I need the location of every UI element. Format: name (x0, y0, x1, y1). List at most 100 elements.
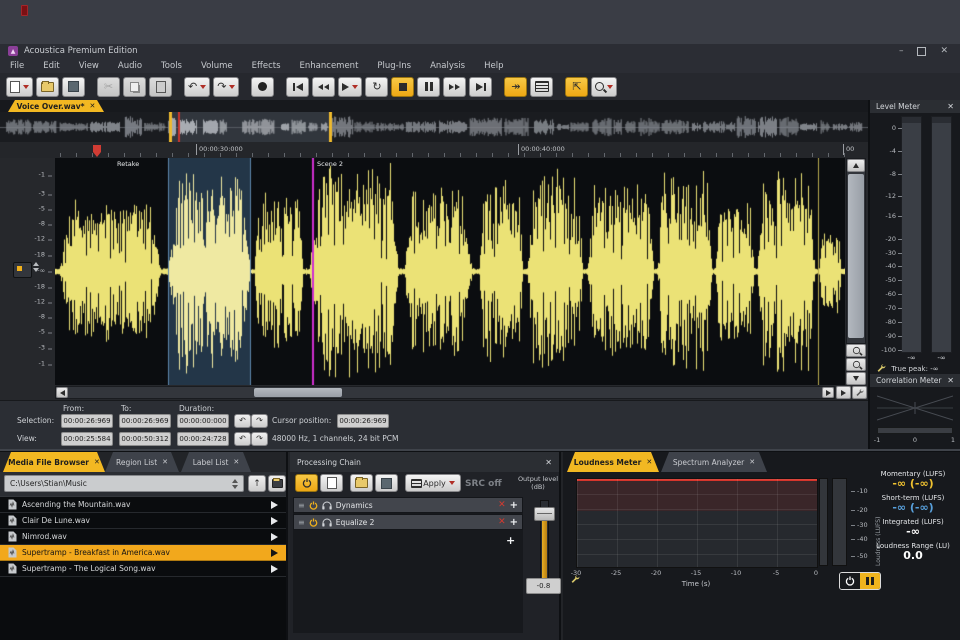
selection-redo-button[interactable]: ↷ (251, 414, 268, 428)
maximize-button[interactable] (917, 46, 927, 56)
close-icon[interactable]: ✕ (646, 458, 652, 466)
close-icon[interactable]: ✕ (749, 458, 755, 466)
menu-item[interactable]: Effects (252, 61, 281, 71)
time-display-button[interactable] (530, 76, 554, 97)
add-effect-icon[interactable]: + (510, 517, 518, 528)
view-undo-button[interactable]: ↶ (234, 432, 251, 446)
reset-button[interactable] (840, 573, 860, 589)
wrench-icon[interactable] (570, 574, 580, 584)
close-icon[interactable]: ✕ (90, 102, 96, 110)
minimize-button[interactable]: – (899, 46, 904, 56)
chain-open-button[interactable] (350, 474, 373, 492)
selection-undo-button[interactable]: ↶ (234, 414, 251, 428)
selection-to-field[interactable]: 00:00:26:969 (119, 414, 171, 428)
analysis-tab[interactable]: Loudness Meter ✕ (567, 452, 659, 472)
file-row[interactable]: Supertramp - The Logical Song.wav (0, 561, 286, 577)
view-redo-button[interactable]: ↷ (251, 432, 268, 446)
chain-power-button[interactable] (295, 474, 318, 492)
cut-button[interactable]: ✂ (97, 76, 120, 97)
menu-item[interactable]: Tools (161, 61, 182, 71)
vertical-scroll-thumb[interactable] (848, 174, 864, 338)
menu-item[interactable]: File (10, 61, 24, 71)
zoom-menu-button[interactable] (846, 372, 866, 385)
vertical-scrollbar[interactable] (846, 158, 866, 344)
close-icon[interactable]: ✕ (94, 458, 100, 466)
skip-end-button[interactable] (469, 76, 493, 97)
document-tab[interactable]: Voice Over.wav* ✕ (8, 100, 104, 112)
cursor-position-field[interactable]: 00:00:26:969 (337, 414, 389, 428)
main-waveform[interactable] (55, 158, 845, 385)
file-row[interactable]: Clair De Lune.wav (0, 513, 286, 529)
undo-button[interactable]: ↶ (184, 76, 211, 97)
play-icon[interactable] (271, 532, 278, 541)
copy-button[interactable] (123, 76, 146, 97)
zoom-out-button[interactable] (846, 358, 866, 371)
close-icon[interactable]: ✕ (947, 102, 954, 111)
power-icon[interactable] (309, 517, 318, 527)
redo-button[interactable]: ↷ (213, 76, 240, 97)
scroll-left-button[interactable] (56, 387, 68, 398)
headphones-icon[interactable] (322, 501, 332, 510)
timeline-ruler[interactable]: 00:00:30:000 00:00:40:000 00 (0, 142, 868, 158)
apply-button[interactable]: Apply (405, 474, 461, 492)
drag-handle-icon[interactable]: ≡ (298, 501, 305, 510)
pause-button[interactable] (417, 76, 441, 97)
close-button[interactable]: ✕ (940, 46, 948, 56)
menu-item[interactable]: Audio (118, 61, 142, 71)
drag-handle-icon[interactable]: ≡ (298, 518, 305, 527)
zoom-tool-button[interactable] (591, 76, 618, 97)
file-row[interactable]: Nimrod.wav (0, 529, 286, 545)
play-icon[interactable] (271, 500, 278, 509)
rewind-button[interactable] (312, 76, 336, 97)
follow-playhead-button[interactable]: ↠ (504, 76, 528, 97)
chain-paste-button[interactable] (320, 474, 343, 492)
horizontal-scroll-thumb[interactable] (254, 388, 342, 397)
channel-select-button[interactable] (13, 262, 32, 278)
menu-item[interactable]: Volume (201, 61, 233, 71)
selection-from-field[interactable]: 00:00:26:969 (61, 414, 113, 428)
power-icon[interactable] (309, 500, 318, 510)
stop-button[interactable] (391, 76, 415, 97)
loop-button[interactable]: ↻ (365, 76, 389, 97)
output-level-handle[interactable] (534, 507, 555, 521)
add-effect-icon[interactable]: + (506, 534, 515, 547)
browse-folder-button[interactable] (268, 475, 286, 492)
play-selection-button[interactable] (836, 386, 851, 399)
selection-duration-field[interactable]: 00:00:00:000 (177, 414, 229, 428)
chain-save-button[interactable] (375, 474, 398, 492)
play-icon[interactable] (271, 548, 278, 557)
scroll-right-button[interactable] (822, 387, 834, 398)
close-icon[interactable]: ✕ (162, 458, 168, 466)
skip-start-button[interactable] (286, 76, 310, 97)
close-icon[interactable]: ✕ (545, 458, 552, 467)
menu-item[interactable]: Help (484, 61, 503, 71)
close-icon[interactable]: ✕ (947, 376, 954, 385)
file-row[interactable]: Ascending the Mountain.wav (0, 497, 286, 513)
menu-item[interactable]: Analysis (430, 61, 465, 71)
menu-item[interactable]: Edit (43, 61, 59, 71)
effect-row[interactable]: ≡ Dynamics ✕ + (293, 497, 523, 513)
close-icon[interactable]: ✕ (233, 458, 239, 466)
view-from-field[interactable]: 00:00:25:584 (61, 432, 113, 446)
remove-effect-icon[interactable]: ✕ (498, 500, 506, 510)
open-button[interactable] (36, 76, 59, 97)
browser-tab[interactable]: Media File Browser ✕ (3, 452, 105, 472)
folder-up-button[interactable]: ↑ (248, 475, 266, 492)
path-select[interactable]: C:\Users\Stian\Music (4, 475, 244, 492)
paste-button[interactable] (149, 76, 172, 97)
pause-button[interactable] (860, 573, 880, 589)
menu-item[interactable]: Plug-Ins (377, 61, 411, 71)
save-button[interactable] (62, 76, 85, 97)
browser-tab[interactable]: Label List ✕ (181, 452, 251, 472)
overview-waveform[interactable] (0, 112, 868, 142)
browser-tab[interactable]: Region List ✕ (105, 452, 179, 472)
scroll-up-button[interactable] (847, 159, 865, 172)
menu-item[interactable]: View (79, 61, 99, 71)
view-duration-field[interactable]: 00:00:24:728 (177, 432, 229, 446)
play-icon[interactable] (271, 564, 278, 573)
menu-item[interactable]: Enhancement (300, 61, 359, 71)
play-icon[interactable] (271, 516, 278, 525)
horizontal-scrollbar[interactable] (55, 386, 835, 399)
forward-button[interactable] (443, 76, 467, 97)
view-to-field[interactable]: 00:00:50:312 (119, 432, 171, 446)
